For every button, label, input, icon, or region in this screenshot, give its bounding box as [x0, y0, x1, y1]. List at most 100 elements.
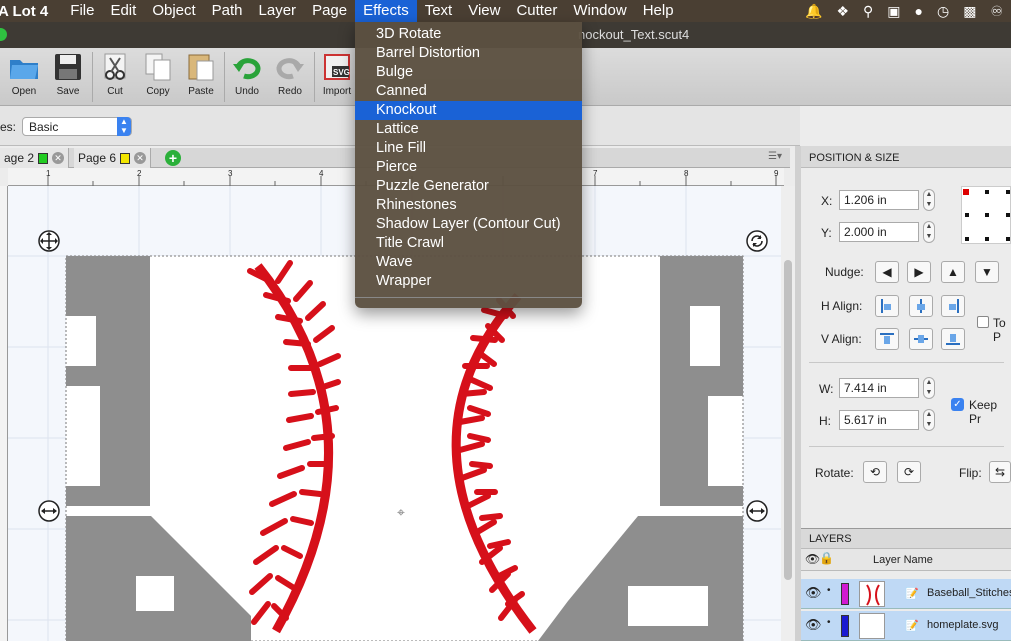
- align-center-button[interactable]: [909, 295, 933, 317]
- menu-view[interactable]: View: [460, 0, 508, 22]
- align-left-button[interactable]: [875, 295, 899, 317]
- menu-file[interactable]: File: [62, 0, 102, 22]
- svg-text:SVG: SVG: [333, 68, 350, 77]
- eye-icon[interactable]: 👁: [805, 585, 822, 601]
- scroll-thumb[interactable]: [784, 260, 792, 580]
- layer-thumbnail: [859, 581, 885, 607]
- close-tab-icon[interactable]: ✕: [52, 152, 65, 164]
- menu-object[interactable]: Object: [144, 0, 203, 22]
- menu-edit[interactable]: Edit: [102, 0, 144, 22]
- anchor-point-grid[interactable]: [961, 186, 1011, 244]
- search-icon[interactable]: ⚲: [863, 3, 873, 20]
- menu-item-lattice[interactable]: Lattice: [355, 120, 582, 139]
- menu-item-bulge[interactable]: Bulge: [355, 63, 582, 82]
- arrow-down-icon: ▼: [981, 265, 993, 279]
- rotate-cw-icon: ⟳: [903, 465, 915, 479]
- move-handle-icon[interactable]: [38, 230, 60, 255]
- menu-item-puzzle-generator[interactable]: Puzzle Generator: [355, 177, 582, 196]
- rotate-ccw-button[interactable]: ⟲: [863, 461, 887, 483]
- add-page-button[interactable]: +: [165, 150, 181, 166]
- tab-page-2[interactable]: age 2 ✕: [0, 148, 70, 168]
- cut-button[interactable]: Cut: [93, 50, 137, 97]
- save-button[interactable]: Save: [46, 50, 90, 97]
- x-stepper[interactable]: ▲ ▼: [923, 189, 935, 211]
- menu-item-title-crawl[interactable]: Title Crawl: [355, 234, 582, 253]
- timemachine-icon[interactable]: ◷: [937, 3, 949, 20]
- menu-page[interactable]: Page: [304, 0, 355, 22]
- redo-button[interactable]: Redo: [268, 50, 312, 97]
- note-icon: 📝: [905, 620, 919, 632]
- nudge-right-button[interactable]: ▶: [907, 261, 931, 283]
- flip-button[interactable]: ⇆: [989, 461, 1011, 483]
- layer-color-swatch[interactable]: [841, 615, 849, 637]
- align-bottom-button[interactable]: [941, 328, 965, 350]
- creative-cloud-icon[interactable]: ♾: [990, 3, 1003, 20]
- align-middle-button[interactable]: [909, 328, 933, 350]
- eye-icon[interactable]: 👁: [805, 617, 822, 633]
- rotate-handle-icon[interactable]: [746, 230, 768, 255]
- height-field[interactable]: 5.617 in: [839, 410, 919, 430]
- menu-item-line-fill[interactable]: Line Fill: [355, 139, 582, 158]
- menu-text[interactable]: Text: [417, 0, 461, 22]
- width-stepper[interactable]: ▲ ▼: [923, 377, 935, 399]
- visibility-column-icon: 👁: [805, 552, 821, 566]
- layer-color-swatch[interactable]: [841, 583, 849, 605]
- tab-menu-icon[interactable]: ☰▾: [768, 151, 782, 162]
- menu-item-3d-rotate[interactable]: 3D Rotate: [355, 25, 582, 44]
- menu-layer[interactable]: Layer: [251, 0, 305, 22]
- bell-icon[interactable]: 🔔: [805, 3, 822, 20]
- menu-cutter[interactable]: Cutter: [508, 0, 565, 22]
- rotate-cw-button[interactable]: ⟳: [897, 461, 921, 483]
- align-top-button[interactable]: [875, 328, 899, 350]
- menu-path[interactable]: Path: [204, 0, 251, 22]
- menu-separator: [355, 297, 582, 298]
- to-page-checkbox[interactable]: [977, 316, 989, 328]
- keep-proportions-checkbox[interactable]: ✓: [951, 398, 964, 411]
- tab-page-6[interactable]: Page 6 ✕: [74, 148, 152, 168]
- layer-row[interactable]: 👁 • 📝 homeplate.svg: [801, 611, 1011, 641]
- vertical-scrollbar[interactable]: [781, 186, 795, 641]
- lock-toggle[interactable]: •: [827, 585, 831, 596]
- height-stepper[interactable]: ▲ ▼: [923, 409, 935, 431]
- x-field[interactable]: 1.206 in: [839, 190, 919, 210]
- menu-item-pierce[interactable]: Pierce: [355, 158, 582, 177]
- lock-toggle[interactable]: •: [827, 617, 831, 628]
- menu-item-knockout[interactable]: Knockout: [355, 101, 582, 120]
- terminal-icon[interactable]: ▣: [887, 3, 900, 20]
- menu-help[interactable]: Help: [635, 0, 682, 22]
- window-zoom-button[interactable]: [0, 28, 7, 41]
- divider: [809, 446, 1004, 447]
- y-field[interactable]: 2.000 in: [839, 222, 919, 242]
- import-button[interactable]: SVG Import: [315, 50, 359, 97]
- nudge-up-button[interactable]: ▲: [941, 261, 965, 283]
- align-right-button[interactable]: [941, 295, 965, 317]
- app-menu[interactable]: A Lot 4: [0, 3, 62, 20]
- layer-thumbnail: [859, 613, 885, 639]
- menu-item-canned[interactable]: Canned: [355, 82, 582, 101]
- menu-item-wave[interactable]: Wave: [355, 253, 582, 272]
- circle-icon[interactable]: ●: [915, 3, 923, 19]
- menu-item-wrapper[interactable]: Wrapper: [355, 272, 582, 291]
- style-select[interactable]: Basic ▲ ▼: [22, 117, 132, 136]
- copy-button[interactable]: Copy: [136, 50, 180, 97]
- menu-window[interactable]: Window: [565, 0, 634, 22]
- y-stepper[interactable]: ▲ ▼: [923, 221, 935, 243]
- width-field[interactable]: 7.414 in: [839, 378, 919, 398]
- resize-left-handle-icon[interactable]: [38, 500, 60, 525]
- undo-button[interactable]: Undo: [225, 50, 269, 97]
- close-tab-icon[interactable]: ✕: [134, 152, 147, 164]
- resize-right-handle-icon[interactable]: [746, 500, 768, 525]
- menu-effects[interactable]: Effects: [355, 0, 417, 22]
- menu-item-shadow-layer[interactable]: Shadow Layer (Contour Cut): [355, 215, 582, 234]
- dropbox-icon[interactable]: ❖: [836, 3, 849, 20]
- position-size-panel: POSITION & SIZE X: 1.206 in ▲ ▼ Y: 2.000 …: [801, 146, 1011, 528]
- menu-item-rhinestones[interactable]: Rhinestones: [355, 196, 582, 215]
- menu-item-barrel-distortion[interactable]: Barrel Distortion: [355, 44, 582, 63]
- paste-button[interactable]: Paste: [179, 50, 223, 97]
- status-tray: 🔔 ❖ ⚲ ▣ ● ◷ ▩ ♾: [805, 0, 1011, 22]
- open-button[interactable]: Open: [2, 50, 46, 97]
- nudge-down-button[interactable]: ▼: [975, 261, 999, 283]
- nudge-left-button[interactable]: ◀: [875, 261, 899, 283]
- camera-icon[interactable]: ▩: [963, 3, 976, 20]
- layer-row[interactable]: 👁 • 📝 Baseball_Stitches.: [801, 579, 1011, 609]
